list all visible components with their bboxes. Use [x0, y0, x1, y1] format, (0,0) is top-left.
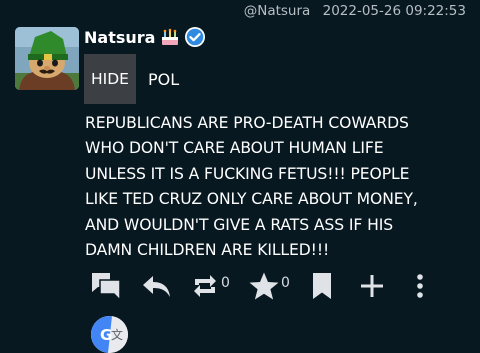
post-body-line: LIKE TED CRUZ ONLY CARE ABOUT MONEY,: [85, 190, 418, 209]
bookmark-icon: [310, 271, 334, 301]
repeat-icon: [190, 271, 220, 301]
hide-content-button[interactable]: HIDE: [84, 54, 136, 104]
translate-button[interactable]: G 文: [91, 316, 128, 353]
post-timestamp[interactable]: 2022-05-26 09:22:53: [323, 3, 466, 19]
translate-glyph-right: 文: [111, 327, 123, 342]
google-translate-icon: G 文: [91, 316, 128, 353]
bookmark-button[interactable]: [310, 268, 334, 304]
post-body-line: DAMN CHILDREN ARE KILLED!!!: [85, 241, 330, 260]
post-body-line: AND WOULDN'T GIVE A RATS ASS IF HIS: [85, 215, 394, 234]
reply-button[interactable]: [141, 268, 173, 304]
post-body-line: WHO DON'T CARE ABOUT HUMAN LIFE: [85, 139, 384, 158]
boost-button[interactable]: 0: [190, 268, 230, 304]
favourite-count: 0: [281, 275, 290, 291]
favourite-button[interactable]: 0: [248, 268, 290, 304]
post-body-line: REPUBLICANS ARE PRO-DEATH COWARDS: [85, 114, 409, 132]
overflow-menu-button[interactable]: [410, 268, 430, 304]
more-actions-button[interactable]: [358, 268, 386, 304]
post-body: REPUBLICANS ARE PRO-DEATH COWARDS WHO DO…: [85, 111, 470, 263]
display-name[interactable]: Natsura: [84, 28, 155, 47]
content-warning: HIDE POL: [84, 54, 179, 104]
reply-icon: [141, 272, 173, 300]
content-warning-text: POL: [148, 69, 180, 89]
post-meta: @Natsura 2022-05-26 09:22:53: [244, 3, 466, 19]
verified-icon: [184, 26, 206, 48]
author-row: Natsura: [84, 25, 206, 49]
author-handle[interactable]: @Natsura: [244, 3, 311, 19]
star-icon: [248, 271, 280, 301]
post-body-line: UNLESS IT IS A FUCKING FETUS!!! PEOPLE: [85, 164, 410, 183]
cake-icon: [160, 27, 180, 47]
vertical-dots-icon: [410, 271, 430, 301]
conversation-button[interactable]: [90, 268, 124, 304]
avatar[interactable]: [15, 27, 79, 90]
conversation-icon: [90, 270, 124, 302]
action-bar: 0 0: [0, 268, 480, 304]
boost-count: 0: [221, 275, 230, 291]
plus-icon: [358, 272, 386, 300]
